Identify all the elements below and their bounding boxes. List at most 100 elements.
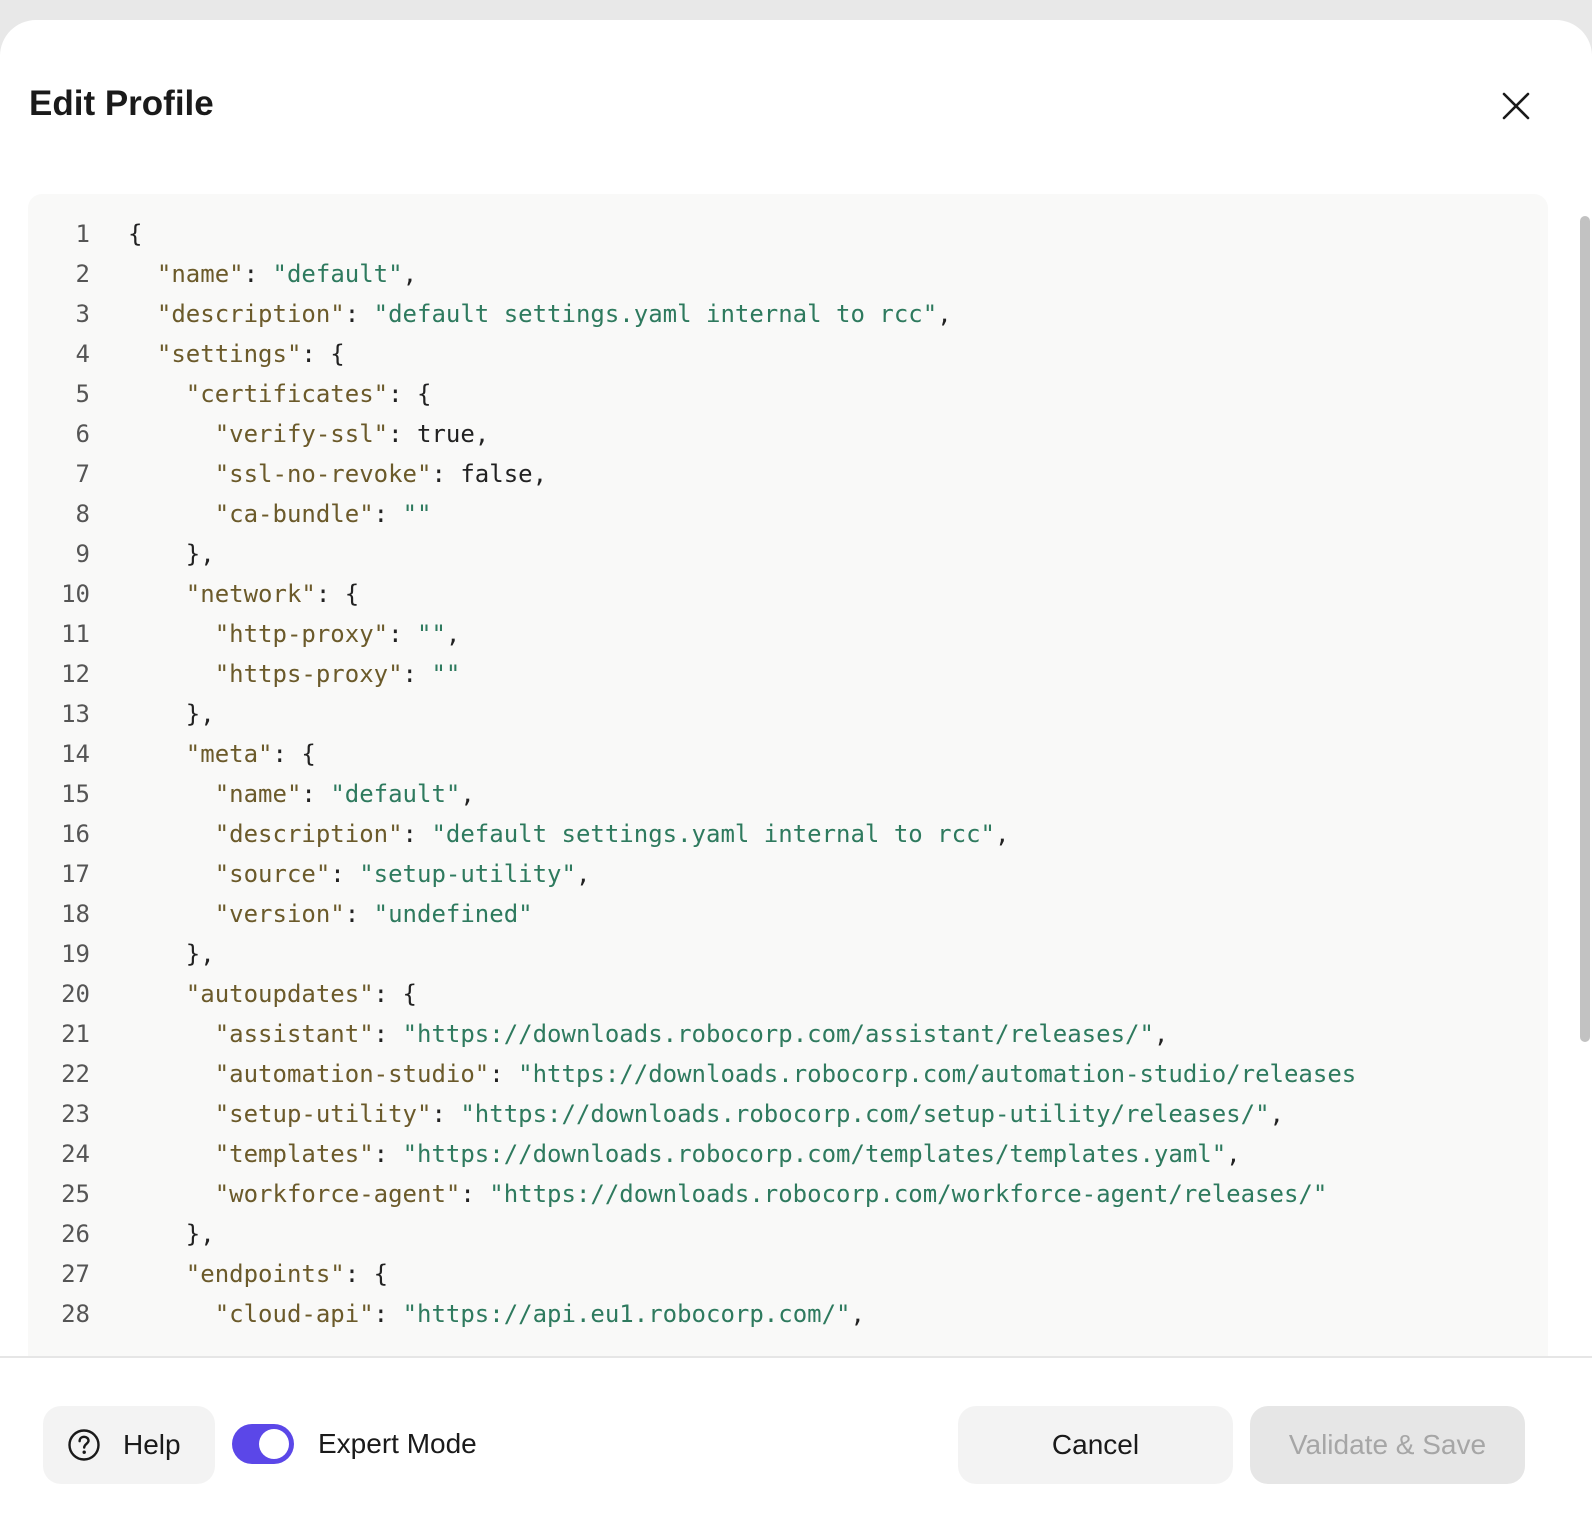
code-line: 7 "ssl-no-revoke": false,: [28, 454, 1548, 494]
code-text: "endpoints": {: [185, 1260, 389, 1288]
line-number: 17: [61, 860, 90, 888]
code-text: },: [128, 940, 215, 968]
line-number: 4: [75, 340, 90, 368]
line-number: 23: [61, 1100, 90, 1128]
line-number: 6: [75, 420, 90, 448]
code-text: "http-proxy": "",: [214, 620, 461, 648]
toggle-knob: [259, 1429, 289, 1459]
line-number: 11: [61, 620, 90, 648]
code-line: 3 "description": "default settings.yaml …: [28, 294, 1548, 334]
line-number: 14: [61, 740, 90, 768]
code-text: "source": "setup-utility",: [214, 860, 591, 888]
code-text: "description": "default settings.yaml in…: [214, 820, 1010, 848]
code-line: 15 "name": "default",: [28, 774, 1548, 814]
help-button[interactable]: Help: [43, 1406, 215, 1484]
code-text: "ca-bundle": "": [214, 500, 432, 528]
cancel-button-label: Cancel: [1051, 1429, 1140, 1460]
code-line: 12 "https-proxy": "": [28, 654, 1548, 694]
line-number: 27: [61, 1260, 90, 1288]
line-number: 12: [61, 660, 90, 688]
validate-save-button-label: Validate & Save: [1288, 1429, 1487, 1460]
code-text: "https-proxy": "": [214, 660, 461, 688]
code-text: "automation-studio": "https://downloads.…: [214, 1060, 1357, 1088]
expert-mode-label: Expert Mode: [318, 1428, 477, 1459]
line-number: 28: [61, 1300, 90, 1328]
validate-save-button[interactable]: Validate & Save: [1250, 1406, 1525, 1484]
line-number: 1: [75, 220, 90, 248]
code-line: 2 "name": "default",: [28, 254, 1548, 294]
code-line: 25 "workforce-agent": "https://downloads…: [28, 1174, 1548, 1214]
code-line: 26 },: [28, 1214, 1548, 1254]
code-line: 6 "verify-ssl": true,: [28, 414, 1548, 454]
code-text: "ssl-no-revoke": false,: [214, 460, 548, 488]
line-number: 15: [61, 780, 90, 808]
code-lines: 1{2 "name": "default", 3 "description": "…: [28, 214, 1548, 1334]
code-line: 16 "description": "default settings.yaml…: [28, 814, 1548, 854]
line-number: 10: [61, 580, 90, 608]
code-line: 24 "templates": "https://downloads.roboc…: [28, 1134, 1548, 1174]
code-text: "autoupdates": {: [185, 980, 417, 1008]
code-line: 14 "meta": {: [28, 734, 1548, 774]
code-line: 22 "automation-studio": "https://downloa…: [28, 1054, 1548, 1094]
line-number: 8: [75, 500, 90, 528]
edit-profile-dialog: Edit Profile 1{2 "name": "default", 3 "de…: [0, 20, 1592, 1524]
help-button-label: Help: [123, 1429, 181, 1460]
code-text: "settings": {: [156, 340, 345, 368]
code-text: "network": {: [185, 580, 360, 608]
editor-scrollbar-thumb[interactable]: [1580, 216, 1590, 1042]
code-line: 27 "endpoints": {: [28, 1254, 1548, 1294]
code-line: 10 "network": {: [28, 574, 1548, 614]
code-text: "certificates": {: [185, 380, 432, 408]
dialog-footer: Help Expert Mode Cancel Validate & Save: [0, 1358, 1592, 1524]
code-text: "meta": {: [185, 740, 316, 768]
line-number: 20: [61, 980, 90, 1008]
code-text: "version": "undefined": [214, 900, 533, 928]
line-number: 22: [61, 1060, 90, 1088]
close-icon: [1502, 92, 1530, 120]
code-text: },: [128, 700, 215, 728]
code-line: 28 "cloud-api": "https://api.eu1.robocor…: [28, 1294, 1548, 1334]
code-line: 9 },: [28, 534, 1548, 574]
line-number: 5: [75, 380, 90, 408]
code-line: 5 "certificates": {: [28, 374, 1548, 414]
code-line: 21 "assistant": "https://downloads.roboc…: [28, 1014, 1548, 1054]
line-number: 7: [75, 460, 90, 488]
code-line: 23 "setup-utility": "https://downloads.r…: [28, 1094, 1548, 1134]
code-line: 8 "ca-bundle": "": [28, 494, 1548, 534]
question-circle-icon: [68, 1429, 100, 1461]
line-number: 9: [75, 540, 90, 568]
expert-mode-toggle[interactable]: [232, 1424, 294, 1464]
code-text: "setup-utility": "https://downloads.robo…: [214, 1100, 1284, 1128]
line-number: 24: [61, 1140, 90, 1168]
code-text: "description": "default settings.yaml in…: [156, 300, 952, 328]
code-line: 20 "autoupdates": {: [28, 974, 1548, 1014]
code-text: "name": "default",: [156, 260, 418, 288]
code-line: 4 "settings": {: [28, 334, 1548, 374]
code-text: "templates": "https://downloads.robocorp…: [214, 1140, 1241, 1168]
line-number: 19: [61, 940, 90, 968]
code-line: 19 },: [28, 934, 1548, 974]
line-number: 3: [75, 300, 90, 328]
line-number: 16: [61, 820, 90, 848]
line-number: 18: [61, 900, 90, 928]
line-number: 2: [75, 260, 90, 288]
code-line: 18 "version": "undefined": [28, 894, 1548, 934]
line-number: 13: [61, 700, 90, 728]
code-text: },: [128, 540, 215, 568]
code-text: "workforce-agent": "https://downloads.ro…: [214, 1180, 1328, 1208]
code-text: "assistant": "https://downloads.robocorp…: [214, 1020, 1169, 1048]
line-number: 21: [61, 1020, 90, 1048]
code-text: "verify-ssl": true,: [214, 420, 490, 448]
code-line: 1{: [28, 214, 1548, 254]
close-button[interactable]: [1490, 80, 1542, 132]
json-code-editor[interactable]: 1{2 "name": "default", 3 "description": "…: [28, 194, 1548, 1356]
code-line: 17 "source": "setup-utility",: [28, 854, 1548, 894]
code-text: "cloud-api": "https://api.eu1.robocorp.c…: [214, 1300, 865, 1328]
line-number: 26: [61, 1220, 90, 1248]
line-number: 25: [61, 1180, 90, 1208]
code-text: {: [128, 220, 143, 248]
cancel-button[interactable]: Cancel: [958, 1406, 1233, 1484]
code-text: "name": "default",: [214, 780, 475, 808]
code-line: 11 "http-proxy": "",: [28, 614, 1548, 654]
code-text: },: [128, 1220, 215, 1248]
